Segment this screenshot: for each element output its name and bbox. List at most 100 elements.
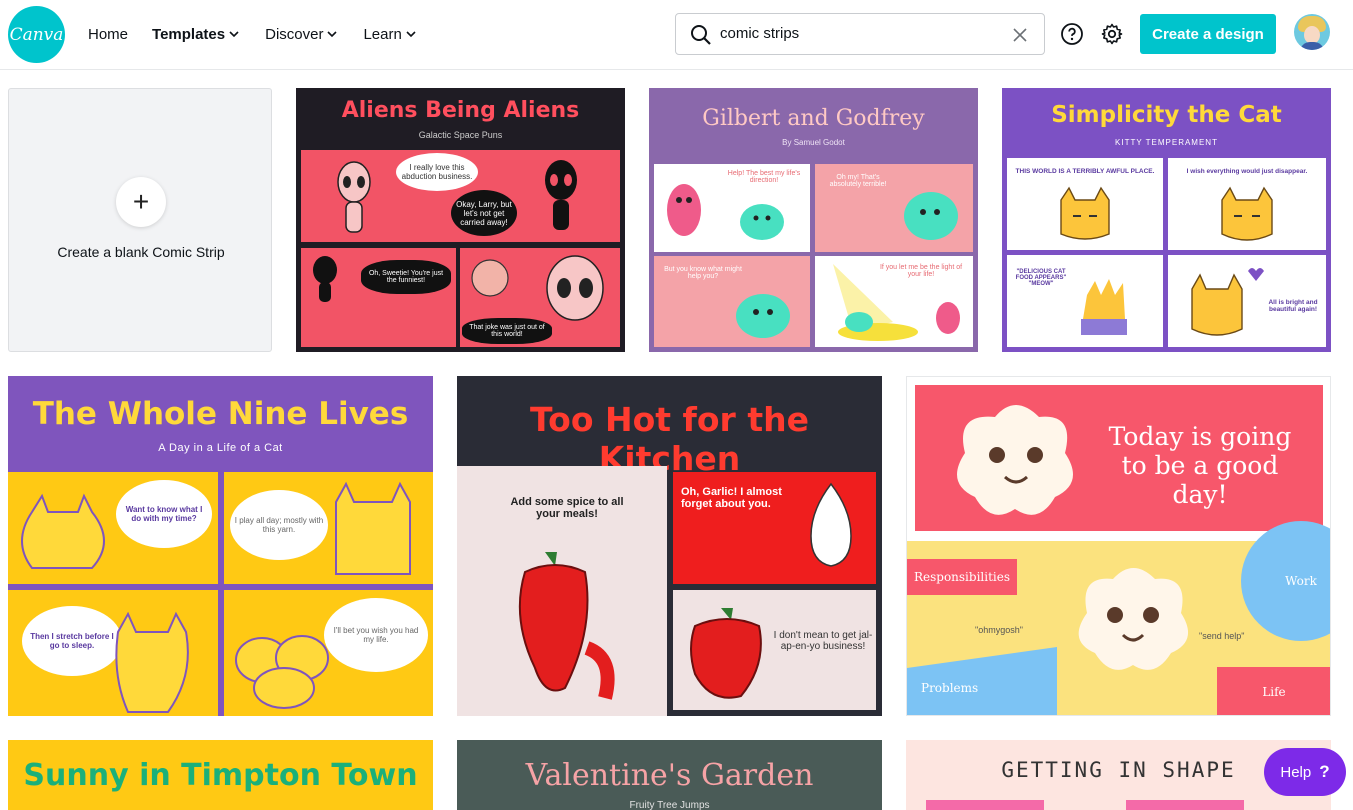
nav-home-label: Home [88, 25, 129, 43]
comic-panel: Help! The best my life's direction! [654, 164, 810, 252]
comic-panel: All is bright and beautiful again! [1168, 255, 1326, 347]
template-card[interactable]: Simplicity the Cat KITTY TEMPERAMENT THI… [1002, 88, 1331, 352]
template-subtitle: Fruity Tree Jumps [629, 800, 710, 810]
comic-panel: "DELICIOUS CAT FOOD APPEARS" "MEOW" [1007, 255, 1163, 347]
help-button[interactable]: Help ? [1264, 748, 1346, 796]
search-bar[interactable]: comic strips [675, 13, 1045, 55]
comic-panel: That joke was just out of this world! [460, 248, 620, 347]
avatar[interactable] [1294, 14, 1330, 50]
help-label: Help [1280, 763, 1312, 781]
chevron-down-icon [327, 31, 338, 38]
tag-label: Work [1241, 521, 1330, 641]
main-nav: Home Templates Discover Learn [88, 0, 416, 68]
template-card[interactable]: Valentine's Garden Fruity Tree Jumps [457, 740, 882, 810]
template-card[interactable]: The Whole Nine Lives A Day in a Life of … [8, 376, 433, 716]
yellow-cat-character [1221, 186, 1273, 241]
yellow-cat-character [335, 481, 411, 575]
template-title: Today is going to be a good day! [1108, 422, 1292, 509]
panel-caption: Add some spice to all your meals! [510, 496, 624, 520]
speech-bubble: Okay, Larry, but let's not get carried a… [451, 190, 517, 236]
comic-panel: Oh, Sweetie! You're just the funniest! [301, 248, 456, 347]
template-title: Valentine's Garden [525, 758, 814, 793]
panel-strip [1126, 800, 1244, 810]
nav-learn[interactable]: Learn [363, 25, 416, 43]
nav-learn-label: Learn [363, 25, 402, 43]
garlic-character [810, 482, 852, 567]
cloud-character [1078, 568, 1189, 670]
search-icon [691, 25, 711, 45]
chevron-down-icon [229, 31, 239, 38]
chevron-down-icon [406, 31, 416, 38]
template-subtitle: Galactic Space Puns [418, 130, 503, 140]
black-alien-illustration [545, 160, 577, 230]
search-input[interactable]: comic strips [720, 25, 799, 42]
template-title: Sunny in Timpton Town [23, 758, 418, 793]
template-card[interactable]: Sunny in Timpton Town [8, 740, 433, 810]
panel-caption: I don't mean to get jal-ap-en-yo busines… [773, 630, 873, 652]
speech-bubble: Want to know what I do with my time? [116, 480, 212, 548]
red-pepper-character [690, 608, 762, 699]
speech-bubble: I really love this abduction business. [396, 153, 478, 191]
create-blank-card[interactable]: + Create a blank Comic Strip [8, 88, 272, 352]
create-blank-label: Create a blank Comic Strip [57, 244, 225, 260]
panel-caption: Oh my! That's absolutely terrible! [829, 174, 887, 188]
panel-caption: THIS WORLD IS A TERRIBLY AWFUL PLACE. [1015, 168, 1155, 175]
panel-caption: But you know what might help you? [664, 266, 742, 280]
panel-caption: Oh, Garlic! I almost forget about you. [681, 486, 782, 510]
cloud-character [957, 405, 1073, 515]
top-bar: Canva Home Templates Discover Learn comi… [0, 0, 1353, 70]
comic-panel: Today is going to be a good day! [915, 385, 1323, 531]
comic-panel: If you let me be the light of your life! [815, 256, 973, 347]
plus-icon[interactable]: + [116, 177, 166, 227]
clear-search-icon[interactable] [1011, 26, 1029, 44]
nav-templates[interactable]: Templates [152, 26, 239, 43]
meatball-illustration [471, 259, 509, 297]
yellow-cat-character [1191, 268, 1264, 336]
comic-panel: I play all day; mostly with this yarn. [224, 472, 433, 584]
template-card[interactable]: Aliens Being Aliens Galactic Space Puns … [296, 88, 625, 352]
template-title: Simplicity the Cat [1051, 102, 1282, 128]
comic-panel: Oh, Garlic! I almost forget about you. [673, 472, 876, 584]
gear-icon[interactable] [1100, 22, 1124, 46]
comic-panel: I wish everything would just disappear. [1168, 158, 1326, 250]
comic-panel: Responsibilities Work "ohmygosh" "send h… [907, 521, 1330, 715]
canva-logo[interactable]: Canva [8, 6, 65, 63]
pink-alien-illustration [546, 255, 604, 321]
speech-bubble: I play all day; mostly with this yarn. [230, 490, 328, 560]
tag-label: Life [1217, 667, 1330, 715]
red-pepper-character [518, 552, 615, 700]
template-card[interactable]: Gilbert and Godfrey By Samuel Godot Help… [649, 88, 978, 352]
panel-caption: I wish everything would just disappear. [1186, 168, 1308, 175]
nav-templates-label: Templates [152, 25, 226, 43]
panel-caption: Help! The best my life's direction! [727, 170, 801, 184]
comic-panel: Then I stretch before I go to sleep. [8, 590, 218, 716]
tag-label: "ohmygosh" [975, 625, 1023, 635]
nav-discover-label: Discover [265, 25, 324, 43]
template-title: Aliens Being Aliens [341, 98, 580, 123]
tag-label: Responsibilities [907, 559, 1017, 595]
template-subtitle: A Day in a Life of a Cat [158, 442, 283, 454]
template-card[interactable]: Today is going to be a good day! Respons… [906, 376, 1331, 716]
speech-bubble: Then I stretch before I go to sleep. [22, 606, 122, 676]
green-blob-character [736, 294, 790, 338]
panel-caption: "DELICIOUS CAT FOOD APPEARS" "MEOW" [1015, 269, 1067, 287]
cat-pile-illustration [235, 635, 329, 709]
plus-glyph: + [132, 186, 150, 217]
template-subtitle: KITTY TEMPERAMENT [1115, 138, 1218, 147]
pink-blob-character [936, 302, 960, 334]
speech-bubble: Oh, Sweetie! You're just the funniest! [361, 260, 451, 294]
logo-text: Canva [9, 24, 64, 45]
comic-panel: But you know what might help you? [654, 256, 810, 347]
nav-discover[interactable]: Discover [265, 25, 338, 43]
template-card[interactable]: Too Hot for the Kitchen Add some spice t… [457, 376, 882, 716]
black-alien-illustration [313, 256, 337, 302]
comic-panel: Want to know what I do with my time? [8, 472, 218, 584]
comic-panel: THIS WORLD IS A TERRIBLY AWFUL PLACE. [1007, 158, 1163, 250]
comic-panel: I'll bet you wish you had my life. [224, 590, 433, 716]
create-design-button[interactable]: Create a design [1140, 14, 1276, 54]
avatar-shirt [1300, 42, 1324, 50]
question-mark-icon: ? [1319, 762, 1330, 781]
nav-home[interactable]: Home [88, 26, 128, 43]
help-circle-icon[interactable] [1060, 22, 1084, 46]
yellow-cat-character [115, 611, 189, 713]
